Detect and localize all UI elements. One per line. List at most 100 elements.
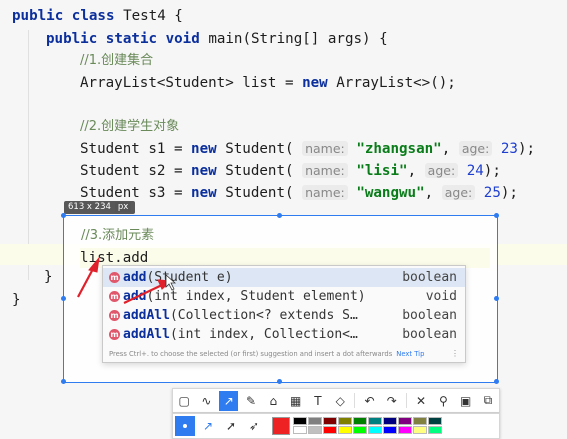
color-swatch[interactable] xyxy=(413,426,427,434)
rect-select-icon[interactable]: ▢ xyxy=(175,391,194,411)
save-icon[interactable]: ▣ xyxy=(456,391,475,411)
code-text: ); xyxy=(500,185,518,201)
resize-handle-n[interactable] xyxy=(277,213,282,218)
completion-params: (Student e) xyxy=(146,270,233,285)
color-swatch[interactable] xyxy=(308,426,322,434)
color-swatch[interactable] xyxy=(428,417,442,425)
completion-footer: Press Ctrl+. to choose the selected (or … xyxy=(109,347,459,361)
param-hint: age: xyxy=(441,185,476,200)
method-icon: m xyxy=(109,329,120,340)
keyword: void xyxy=(165,31,200,47)
keyword: static xyxy=(105,31,158,47)
code-line-student: Student s2 = new Student( name: "lisi", … xyxy=(80,161,501,181)
resize-handle-sw[interactable] xyxy=(61,379,66,384)
string-literal: "zhangsan" xyxy=(356,141,442,157)
code-text: , xyxy=(441,141,451,157)
resize-handle-e[interactable] xyxy=(494,296,499,301)
arrow-style-outline-button[interactable]: ➶ xyxy=(244,416,264,436)
keyword: class xyxy=(71,8,115,24)
color-swatch[interactable] xyxy=(323,417,337,425)
number-literal: 23 xyxy=(500,141,518,157)
color-swatch[interactable] xyxy=(368,426,382,434)
param-hint: age: xyxy=(424,163,459,178)
code-text: ArrayList<>(); xyxy=(327,75,456,91)
pin-icon[interactable]: ⚲ xyxy=(434,391,453,411)
code-text: ArrayList<Student> list = xyxy=(80,75,303,91)
completion-item[interactable]: m addAll(int index, Collection<… boolean xyxy=(103,325,465,344)
stroke-dot-icon xyxy=(183,424,187,428)
copy-icon[interactable]: ⧉ xyxy=(478,391,497,411)
more-options-icon[interactable]: ⋮ xyxy=(451,347,459,361)
code-line-student: Student s1 = new Student( name: "zhangsa… xyxy=(80,139,535,159)
next-tip-link[interactable]: Next Tip xyxy=(396,350,424,358)
footer-hint: Press Ctrl+. to choose the selected (or … xyxy=(109,350,393,358)
arrow-style-solid-button[interactable]: ↗ xyxy=(198,416,218,436)
color-swatch[interactable] xyxy=(413,417,427,425)
completion-item[interactable]: m addAll(Collection<? extends S… boolean xyxy=(103,306,465,325)
curve-icon[interactable]: ∿ xyxy=(197,391,216,411)
close-icon[interactable]: ✕ xyxy=(411,391,430,411)
keyword: new xyxy=(302,75,328,91)
color-swatch[interactable] xyxy=(353,417,367,425)
comment-add-elements: //3.添加元素 xyxy=(81,228,155,243)
selection-size-label: 613 x 234 px xyxy=(64,201,136,214)
number-literal: 24 xyxy=(466,163,484,179)
resize-handle-s[interactable] xyxy=(277,379,282,384)
color-swatch[interactable] xyxy=(428,426,442,434)
keyword: public xyxy=(12,8,64,24)
mosaic-icon[interactable]: ▦ xyxy=(286,391,305,411)
number-literal: 25 xyxy=(483,185,501,201)
redo-icon[interactable]: ↷ xyxy=(382,391,401,411)
code-text: Student s1 = xyxy=(80,141,192,157)
color-swatch[interactable] xyxy=(293,426,307,434)
resize-handle-se[interactable] xyxy=(494,379,499,384)
color-swatch[interactable] xyxy=(338,417,352,425)
closing-brace: } xyxy=(12,292,21,308)
color-swatch[interactable] xyxy=(293,417,307,425)
code-text: Student s3 = xyxy=(80,185,192,201)
text-icon[interactable]: T xyxy=(308,391,327,411)
completion-name: addAll xyxy=(123,327,170,342)
color-swatch[interactable] xyxy=(368,417,382,425)
color-swatch[interactable] xyxy=(323,426,337,434)
code-text: Student( xyxy=(216,185,294,201)
color-swatch[interactable] xyxy=(353,426,367,434)
eraser-icon[interactable]: ◇ xyxy=(331,391,350,411)
color-swatch[interactable] xyxy=(383,426,397,434)
color-swatch[interactable] xyxy=(398,417,412,425)
code-text: , xyxy=(424,185,434,201)
color-swatch[interactable] xyxy=(398,426,412,434)
stroke-small-button[interactable] xyxy=(175,416,195,436)
string-literal: "lisi" xyxy=(356,163,408,179)
color-swatch[interactable] xyxy=(383,417,397,425)
arrow-icon[interactable]: ↗ xyxy=(219,390,239,411)
undo-icon[interactable]: ↶ xyxy=(360,391,379,411)
toolbar-divider xyxy=(405,393,407,408)
arrow-style-filled-button[interactable]: ➚ xyxy=(221,416,241,436)
color-swatch[interactable] xyxy=(338,426,352,434)
completion-item[interactable]: m add(int index, Student element) void xyxy=(103,287,465,306)
method-icon: m xyxy=(109,310,120,321)
code-text: Student( xyxy=(216,141,294,157)
selection-unit: px xyxy=(114,202,132,212)
completion-params: (Collection<? extends S… xyxy=(169,308,358,323)
closing-brace: } xyxy=(44,269,53,285)
param-hint: name: xyxy=(302,163,348,178)
completion-popup[interactable]: m add(Student e) boolean m add(int index… xyxy=(102,265,466,363)
selection-dimensions: 613 x 234 xyxy=(68,202,111,212)
highlighter-icon[interactable]: ⌂ xyxy=(264,391,283,411)
param-hint: name: xyxy=(302,141,348,156)
indent-guide xyxy=(28,30,29,280)
completion-params: (int index, Student element) xyxy=(146,289,366,304)
param-hint: name: xyxy=(302,185,348,200)
current-color-swatch[interactable] xyxy=(272,417,290,435)
arrow-outline-icon: ➶ xyxy=(248,419,260,433)
color-swatch[interactable] xyxy=(308,417,322,425)
resize-handle-ne[interactable] xyxy=(494,213,499,218)
resize-handle-w[interactable] xyxy=(61,296,66,301)
keyword: new xyxy=(191,163,217,179)
pencil-icon[interactable]: ✎ xyxy=(241,391,260,411)
resize-handle-nw[interactable] xyxy=(61,213,66,218)
completion-item[interactable]: m add(Student e) boolean xyxy=(103,268,465,287)
completion-type: boolean xyxy=(402,270,457,285)
